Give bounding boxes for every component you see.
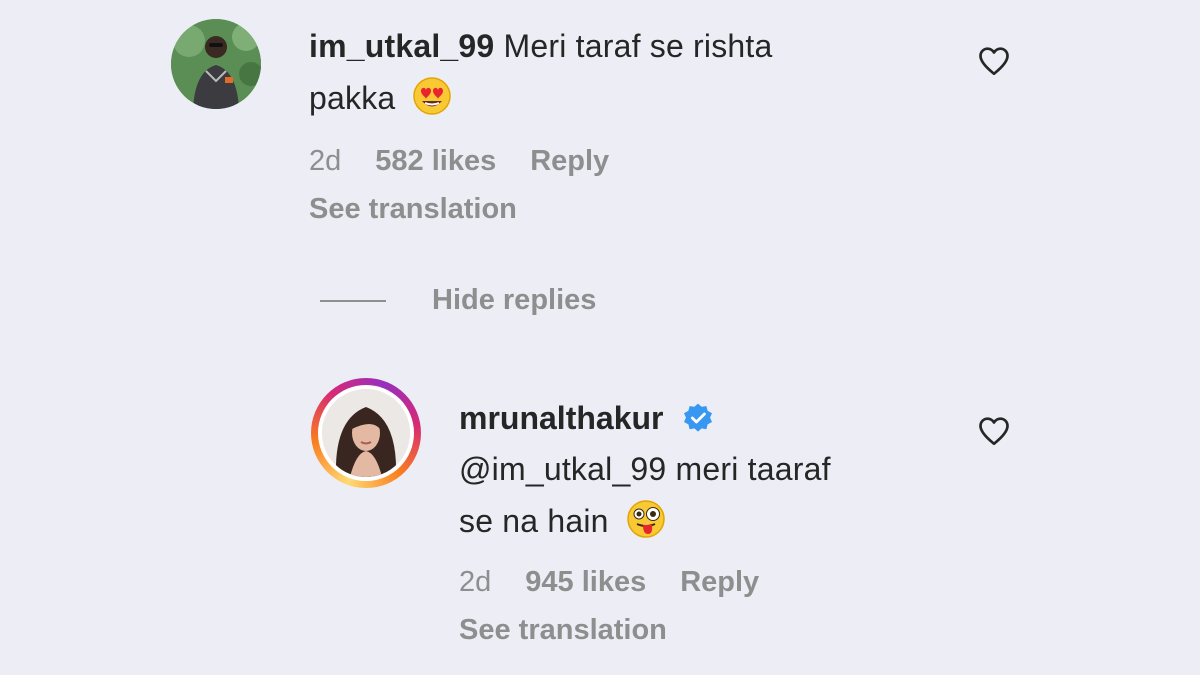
- comment-text-line: pakka: [309, 72, 929, 124]
- like-heart-icon[interactable]: [976, 413, 1012, 449]
- reply-text: @im_utkal_99 meri taaraf: [459, 451, 831, 487]
- like-heart-icon[interactable]: [976, 43, 1012, 79]
- heart-eyes-emoji-icon: [413, 77, 452, 115]
- reply-header: mrunalthakur: [459, 392, 714, 444]
- reply-text: se na hain: [459, 503, 609, 539]
- reply-button[interactable]: Reply: [530, 145, 609, 178]
- avatar-im-utkal-99[interactable]: [171, 19, 261, 109]
- reply-text-line: se na hain: [459, 495, 939, 547]
- hide-replies-divider: [320, 299, 386, 302]
- see-translation-button[interactable]: See translation: [459, 614, 667, 647]
- reply-likes[interactable]: 945 likes: [525, 566, 646, 599]
- comment-time: 2d: [309, 145, 342, 177]
- comment-text: pakka: [309, 80, 396, 116]
- comment-meta: 2d 582 likes Reply: [309, 145, 609, 178]
- reply-username[interactable]: mrunalthakur: [459, 400, 663, 436]
- comment-body: im_utkal_99 Meri taraf se rishta pakka: [309, 20, 929, 124]
- comment-text-line: im_utkal_99 Meri taraf se rishta: [309, 20, 929, 72]
- winking-tongue-emoji-icon: [627, 500, 665, 538]
- comment-username[interactable]: im_utkal_99: [309, 28, 494, 64]
- verified-badge-icon: [684, 403, 713, 432]
- reply-time: 2d: [459, 566, 492, 598]
- reply-text-line: @im_utkal_99 meri taaraf: [459, 443, 939, 495]
- profile-photo: [322, 389, 410, 477]
- reply-button[interactable]: Reply: [680, 566, 759, 599]
- see-translation-button[interactable]: See translation: [309, 193, 517, 226]
- hide-replies-button[interactable]: Hide replies: [432, 284, 596, 317]
- comment-text: Meri taraf se rishta: [503, 28, 773, 64]
- reply-body: @im_utkal_99 meri taaraf se na hain: [459, 443, 939, 547]
- avatar-mrunalthakur[interactable]: [311, 378, 421, 488]
- hide-replies-row[interactable]: Hide replies: [320, 284, 596, 317]
- comment-likes[interactable]: 582 likes: [375, 145, 496, 178]
- reply-meta: 2d 945 likes Reply: [459, 566, 759, 599]
